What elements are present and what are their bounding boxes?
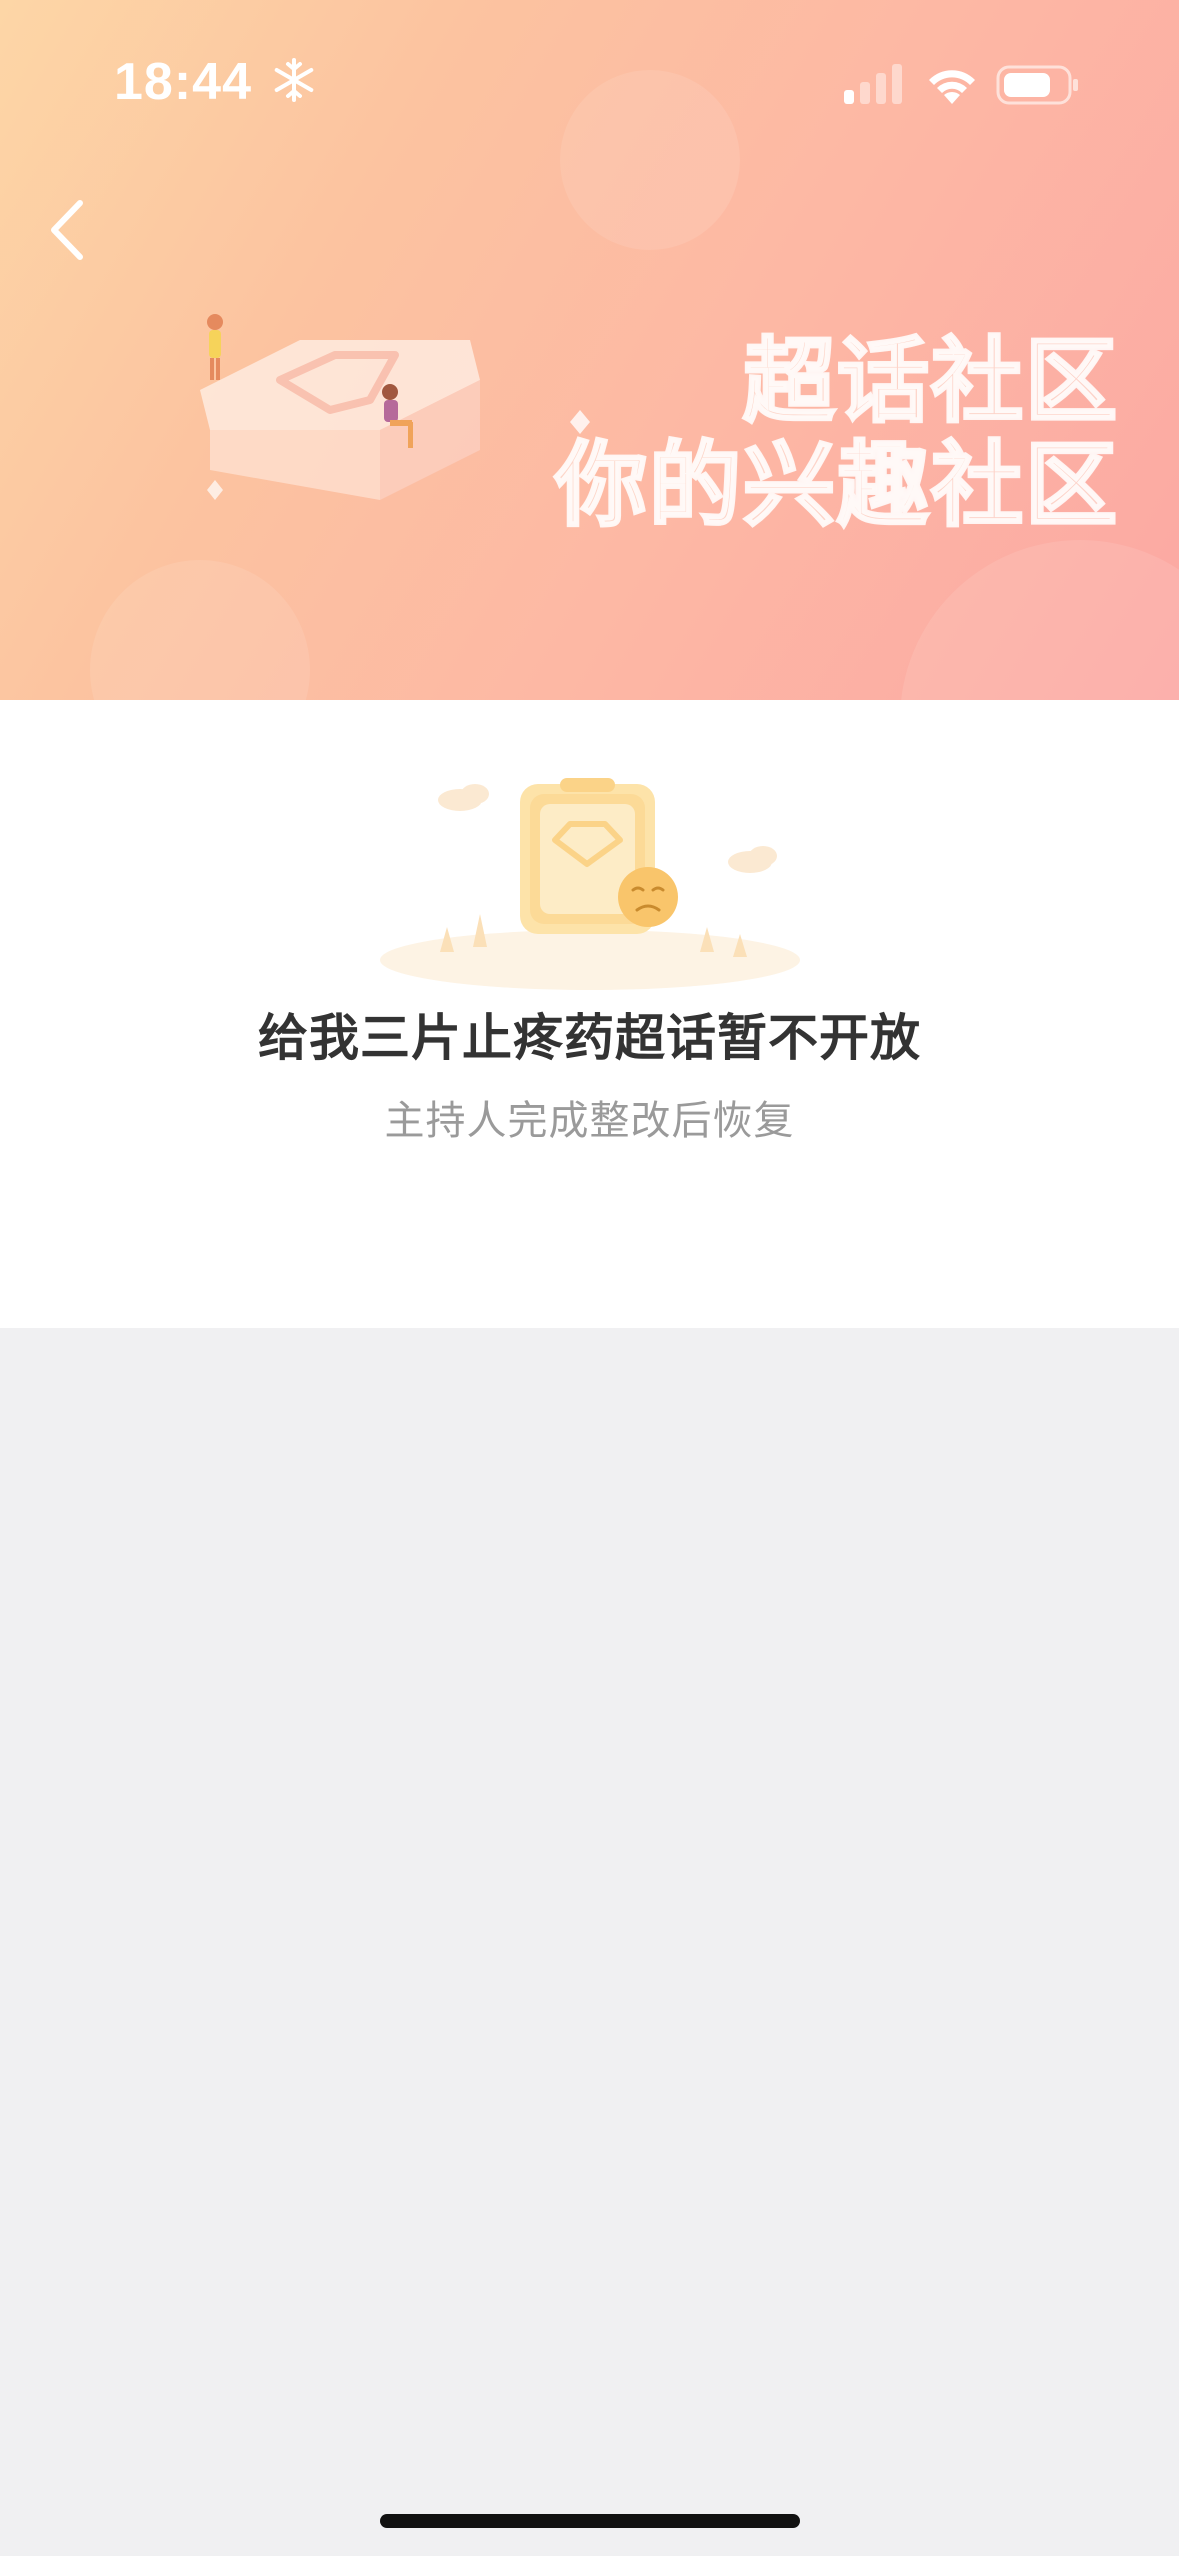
- status-time: 18:44: [114, 53, 252, 111]
- snowflake-icon: [274, 58, 314, 102]
- super-topic-page: 18:44 超话社区 你的兴趣社区 给我三片止疼药超话暂不开放 主持人完成整改后…: [0, 0, 1179, 2556]
- slogan-line: 超话社区: [741, 328, 1119, 435]
- super-topic-banner-illustration: [200, 314, 590, 500]
- home-indicator[interactable]: [380, 2514, 800, 2528]
- status-bar: 18:44: [0, 0, 1179, 150]
- closed-notice-panel: 给我三片止疼药超话暂不开放 主持人完成整改后恢复: [0, 700, 1179, 1328]
- battery-icon: [996, 65, 1078, 105]
- banner-decor-circle: [90, 560, 310, 700]
- notice-subtitle: 主持人完成整改后恢复: [384, 1098, 795, 1144]
- back-button[interactable]: [22, 185, 112, 275]
- banner-slogan: 超话社区 你的兴趣社区: [553, 328, 1119, 539]
- header-banner: 18:44 超话社区 你的兴趣社区: [0, 0, 1179, 700]
- wifi-icon: [929, 70, 975, 104]
- slogan-line: 你的兴趣社区: [553, 432, 1119, 539]
- notice-title: 给我三片止疼药超话暂不开放: [258, 1009, 921, 1067]
- sad-badge-illustration: [380, 778, 800, 990]
- cellular-signal-icon: [844, 64, 902, 104]
- chevron-left-icon: [51, 200, 83, 260]
- banner-decor-circle: [900, 540, 1179, 700]
